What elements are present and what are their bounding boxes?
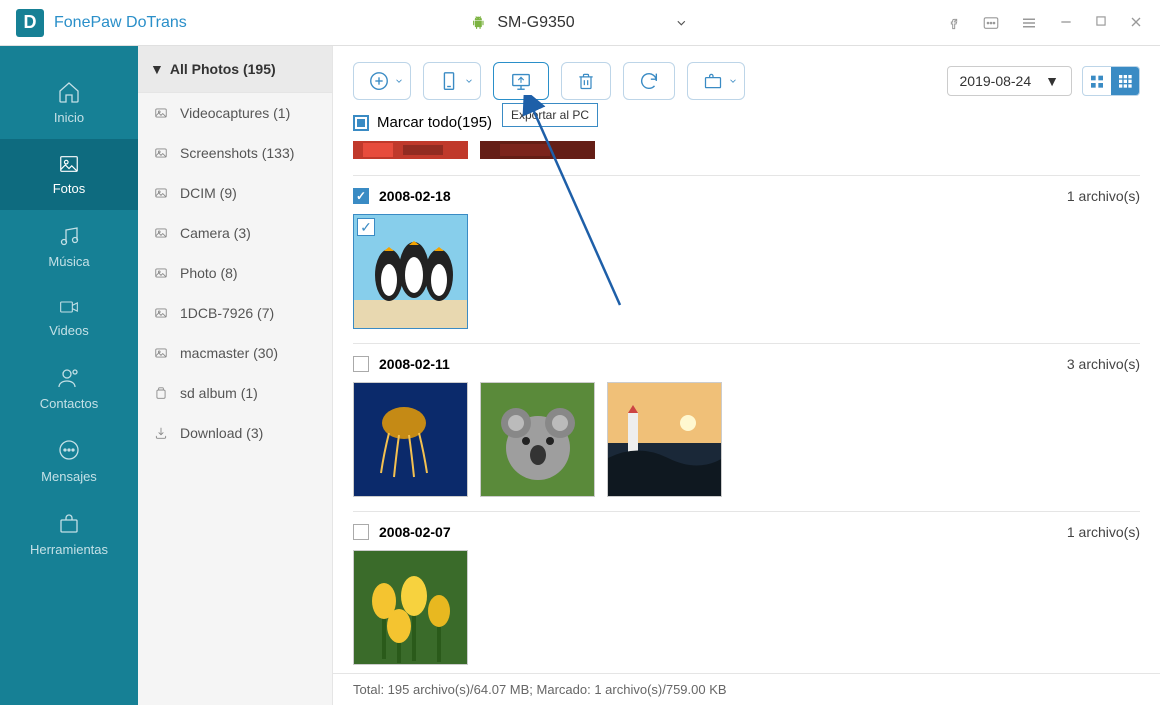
thumb-row: ✓ [353, 214, 1140, 329]
nav-label: Mensajes [41, 469, 97, 484]
toolbar: Exportar al PC 2019-08-24 ▼ [333, 46, 1160, 110]
nav-inicio[interactable]: Inicio [0, 66, 138, 139]
title-bar: D FonePaw DoTrans SM-G9350 [0, 0, 1160, 46]
select-all-label: Marcar todo(195) [377, 114, 492, 131]
delete-button[interactable] [561, 62, 611, 100]
group-header[interactable]: 2008-02-07 1 archivo(s) [353, 524, 1140, 540]
group-checkbox[interactable] [353, 188, 369, 204]
thumbnail[interactable]: ✓ [353, 214, 468, 329]
group-count: 3 archivo(s) [1067, 356, 1140, 372]
close-icon[interactable] [1128, 14, 1144, 30]
album-list: ▼ All Photos (195) Videocaptures (1) Scre… [138, 46, 333, 705]
dropdown-icon: ▼ [1045, 73, 1059, 89]
app-logo: D [16, 9, 44, 37]
thumb-row [353, 550, 1140, 665]
window-buttons [946, 14, 1144, 32]
content: Exportar al PC 2019-08-24 ▼ [333, 46, 1160, 705]
nav-label: Fotos [53, 181, 86, 196]
nav-label: Inicio [54, 110, 84, 125]
facebook-icon[interactable] [946, 14, 962, 30]
group-header[interactable]: 2008-02-11 3 archivo(s) [353, 356, 1140, 372]
thumb-checkbox[interactable]: ✓ [357, 218, 375, 236]
album-label: Download (3) [180, 425, 263, 441]
album-label: Videocaptures (1) [180, 105, 290, 121]
album-item[interactable]: Photo (8) [138, 253, 332, 293]
app-title: FonePaw DoTrans [54, 14, 187, 32]
group-date: 2008-02-11 [379, 356, 450, 372]
feedback-icon[interactable] [982, 14, 1000, 32]
group-count: 1 archivo(s) [1067, 524, 1140, 540]
thumbnail[interactable] [480, 141, 595, 159]
chevron-down-icon [675, 16, 689, 30]
group-count: 1 archivo(s) [1067, 188, 1140, 204]
refresh-button[interactable] [623, 62, 675, 100]
album-label: Camera (3) [180, 225, 251, 241]
album-item[interactable]: Download (3) [138, 413, 332, 453]
status-bar: Total: 195 archivo(s)/64.07 MB; Marcado:… [333, 673, 1160, 705]
group-checkbox[interactable] [353, 356, 369, 372]
photo-scroll-area[interactable]: 2008-02-18 1 archivo(s) ✓ 2008-02-11 3 archi… [333, 141, 1160, 673]
album-label: sd album (1) [180, 385, 258, 401]
thumbnail[interactable] [353, 382, 468, 497]
album-item[interactable]: Videocaptures (1) [138, 93, 332, 133]
group-date: 2008-02-18 [379, 188, 451, 204]
device-selector[interactable]: SM-G9350 [471, 14, 688, 32]
photo-group: 2008-02-11 3 archivo(s) [353, 343, 1140, 497]
export-tooltip: Exportar al PC [502, 103, 598, 127]
minimize-icon[interactable] [1058, 14, 1074, 30]
view-grid-button[interactable] [1111, 67, 1139, 95]
partial-strip [353, 141, 1140, 159]
photo-group: 2008-02-18 1 archivo(s) ✓ [353, 175, 1140, 329]
thumb-row [353, 382, 1140, 497]
album-header[interactable]: ▼ All Photos (195) [138, 46, 332, 93]
thumbnail[interactable] [480, 382, 595, 497]
group-date: 2008-02-07 [379, 524, 451, 540]
album-label: Screenshots (133) [180, 145, 294, 161]
view-list-button[interactable] [1083, 67, 1111, 95]
album-item[interactable]: Camera (3) [138, 213, 332, 253]
select-all-row[interactable]: Marcar todo(195) [333, 110, 1160, 141]
nav-label: Música [48, 254, 89, 269]
album-label: Photo (8) [180, 265, 238, 281]
maximize-icon[interactable] [1094, 14, 1108, 28]
to-device-button[interactable] [423, 62, 481, 100]
album-item[interactable]: 1DCB-7926 (7) [138, 293, 332, 333]
nav-label: Herramientas [30, 542, 108, 557]
chevron-down-icon [728, 76, 738, 86]
nav-fotos[interactable]: Fotos [0, 139, 138, 210]
nav-label: Videos [49, 323, 89, 338]
folder-button[interactable] [687, 62, 745, 100]
sidebar: Inicio Fotos Música Videos Contactos Men… [0, 46, 138, 705]
view-toggle [1082, 66, 1140, 96]
album-item[interactable]: macmaster (30) [138, 333, 332, 373]
menu-icon[interactable] [1020, 14, 1038, 32]
device-name: SM-G9350 [497, 14, 574, 32]
nav-label: Contactos [40, 396, 99, 411]
chevron-down-icon [394, 76, 404, 86]
add-button[interactable] [353, 62, 411, 100]
nav-musica[interactable]: Música [0, 210, 138, 283]
album-item[interactable]: Screenshots (133) [138, 133, 332, 173]
nav-contactos[interactable]: Contactos [0, 352, 138, 425]
date-picker[interactable]: 2019-08-24 ▼ [947, 66, 1072, 96]
select-all-checkbox[interactable] [353, 115, 369, 131]
export-pc-button[interactable]: Exportar al PC [493, 62, 549, 100]
chevron-down-icon [464, 76, 474, 86]
photo-group: 2008-02-07 1 archivo(s) [353, 511, 1140, 665]
album-item[interactable]: sd album (1) [138, 373, 332, 413]
thumbnail[interactable] [353, 550, 468, 665]
album-item[interactable]: DCIM (9) [138, 173, 332, 213]
group-header[interactable]: 2008-02-18 1 archivo(s) [353, 188, 1140, 204]
nav-mensajes[interactable]: Mensajes [0, 425, 138, 498]
album-label: DCIM (9) [180, 185, 237, 201]
nav-videos[interactable]: Videos [0, 283, 138, 352]
android-icon [471, 15, 485, 31]
group-checkbox[interactable] [353, 524, 369, 540]
thumbnail[interactable] [353, 141, 468, 159]
thumbnail[interactable] [607, 382, 722, 497]
album-label: 1DCB-7926 (7) [180, 305, 274, 321]
album-label: macmaster (30) [180, 345, 278, 361]
nav-herramientas[interactable]: Herramientas [0, 498, 138, 571]
collapse-icon: ▼ [150, 61, 164, 77]
